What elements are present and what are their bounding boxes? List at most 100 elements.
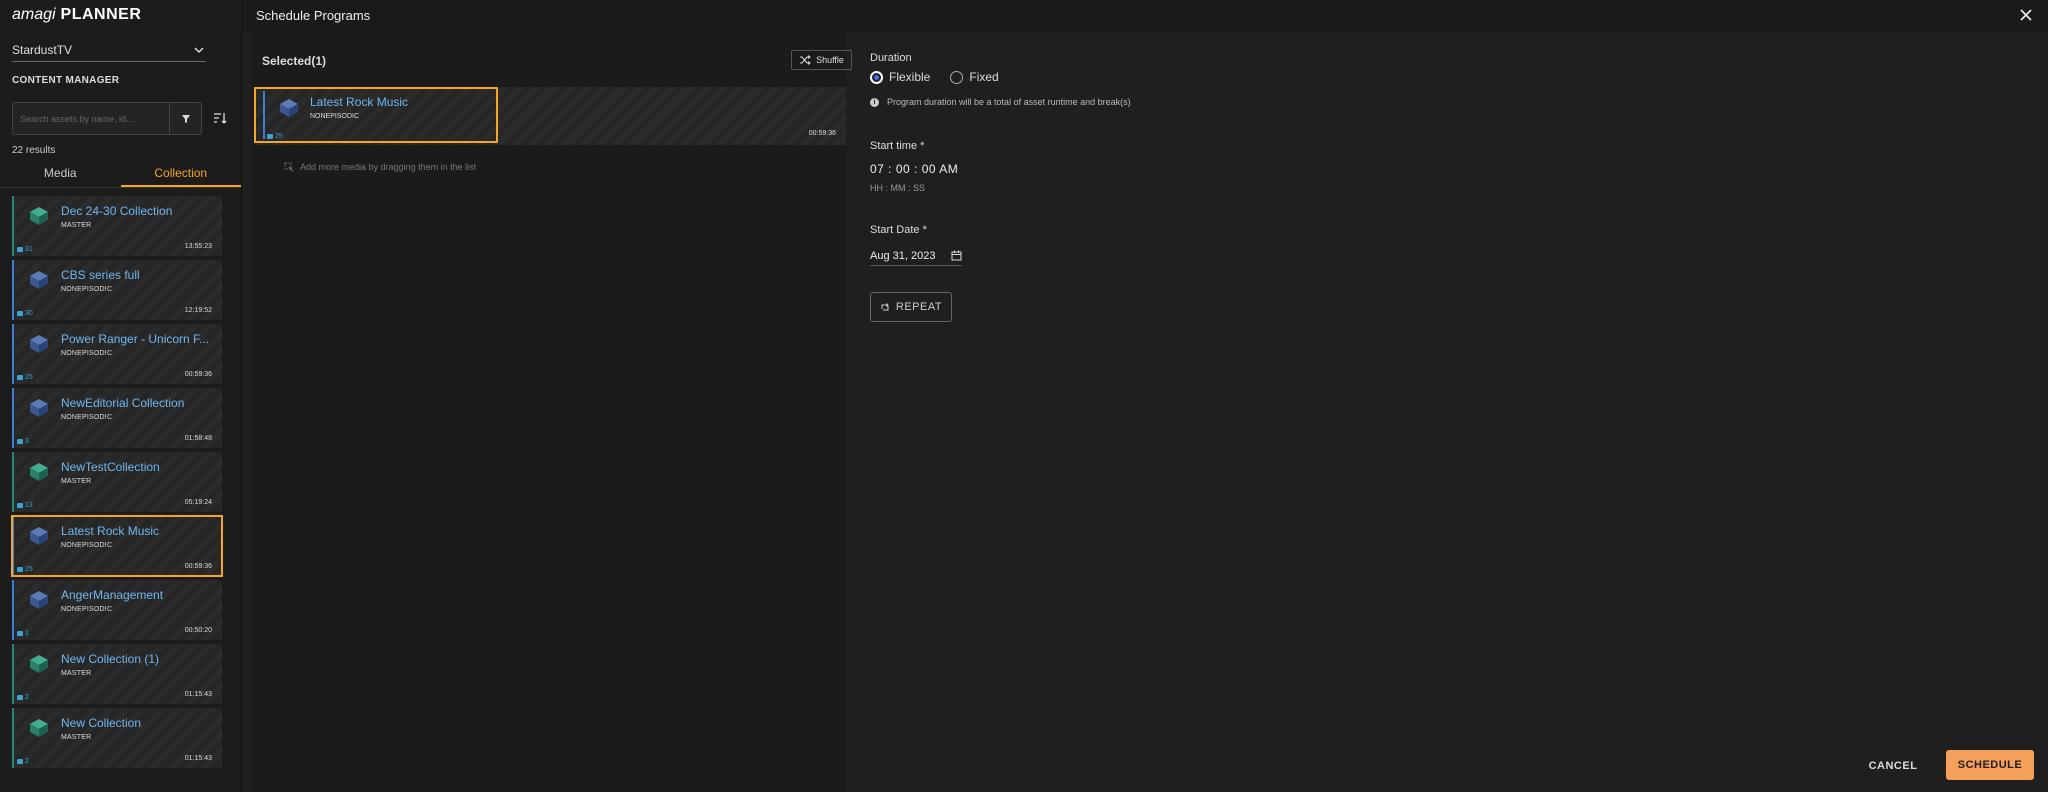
collection-title: NewEditorial Collection [61,396,185,410]
collection-count: 25 [17,566,33,573]
collection-type: MASTER [61,478,92,485]
search-box [12,102,202,135]
duration-info: i Program duration will be a total of as… [870,97,1131,107]
master-collection-icon [30,463,48,481]
schedule-programs-dialog: Schedule Programs Selected(1) Shuffle La… [241,0,2048,792]
collection-type: NONEPISODIC [61,286,113,293]
selected-panel: Selected(1) Shuffle Latest Rock Music NO… [252,32,852,792]
collection-duration: 13:55:23 [184,243,212,250]
shuffle-icon [800,55,811,65]
collection-card[interactable]: NewTestCollection MASTER 13 05:19:24 [12,452,222,512]
channel-select[interactable]: StardustTV [12,38,206,62]
start-date-label: Start Date * [870,224,927,236]
close-icon[interactable] [2019,8,2033,22]
app-root: amagi PLANNER StardustTV CONTENT MANAGER… [0,0,2048,792]
start-date-input[interactable]: Aug 31, 2023 [870,246,962,266]
duration-options: Flexible Fixed [870,70,1011,84]
collection-duration: 00:59:36 [184,371,212,378]
nonepisodic-collection-icon [30,591,48,609]
shuffle-label: Shuffle [816,55,844,65]
video-icon [17,631,23,636]
shuffle-button[interactable]: Shuffle [791,50,852,70]
collection-title: Power Ranger - Unicorn F... [61,332,210,346]
collection-type: MASTER [61,222,92,229]
program-type: NONEPISODIC [310,113,360,120]
tab-media[interactable]: Media [0,162,121,187]
content-manager-title: CONTENT MANAGER [12,75,120,86]
nonepisodic-collection-icon [30,271,48,289]
dialog-title: Schedule Programs [256,8,371,23]
duration-flexible-option[interactable]: Flexible [870,70,930,84]
filter-icon [181,114,190,123]
collection-card[interactable]: Latest Rock Music NONEPISODIC 25 00:59:36 [11,515,223,577]
collection-duration: 00:59:36 [184,563,212,570]
collection-type: NONEPISODIC [61,414,113,421]
repeat-button[interactable]: REPEAT [870,292,952,322]
collection-card[interactable]: New Collection (1) MASTER 2 01:15:43 [12,644,222,704]
program-count: 25 [267,133,283,140]
filter-button[interactable] [169,103,201,134]
collection-title: Latest Rock Music [61,524,160,538]
radio-fixed[interactable] [950,70,964,84]
collection-card[interactable]: New Collection MASTER 2 01:15:43 [12,708,222,768]
search-input[interactable] [13,103,169,134]
collection-icon [280,99,298,117]
collection-count: 13 [17,502,33,509]
collection-card[interactable]: NewEditorial Collection NONEPISODIC 3 01:58… [12,388,222,448]
collection-duration: 01:15:43 [184,691,212,698]
selected-title: Selected(1) [262,54,327,68]
start-time-format: HH : MM : SS [870,183,926,193]
collection-card[interactable]: Dec 24-30 Collection MASTER 31 13:55:23 [12,196,222,256]
chevron-down-icon [194,46,204,53]
video-icon [17,695,23,700]
collection-duration: 12:19:52 [184,307,212,314]
master-collection-icon [30,655,48,673]
collection-title: New Collection [61,716,142,730]
app-logo: amagi PLANNER [12,6,142,23]
collection-duration: 01:15:43 [184,755,212,762]
collection-type: MASTER [61,734,92,741]
duration-label: Duration [870,52,912,64]
collection-card[interactable]: Power Ranger - Unicorn F... NONEPISODIC 25… [12,324,222,384]
collection-count: 3 [17,438,29,445]
collection-card[interactable]: CBS series full NONEPISODIC 30 12:19:52 [12,260,222,320]
sidebar: amagi PLANNER StardustTV CONTENT MANAGER… [0,0,241,792]
master-collection-icon [30,719,48,737]
schedule-button[interactable]: SCHEDULE [1946,750,2034,780]
collection-count: 31 [17,246,33,253]
results-count: 22 results [12,145,56,156]
nonepisodic-collection-icon [30,527,48,545]
master-collection-icon [30,207,48,225]
collection-type: NONEPISODIC [61,606,113,613]
video-icon [17,439,23,444]
collection-title: Dec 24-30 Collection [61,204,173,218]
collection-duration: 01:58:48 [184,435,212,442]
program-title: Latest Rock Music [310,95,409,109]
repeat-icon [881,303,889,311]
collection-type: MASTER [61,670,92,677]
video-icon [17,503,23,508]
sort-icon[interactable] [212,110,228,126]
calendar-icon[interactable] [951,250,962,261]
duration-fixed-option[interactable]: Fixed [950,70,999,84]
cancel-button[interactable]: CANCEL [1863,757,1923,775]
video-icon [267,134,273,139]
tab-collection[interactable]: Collection [120,162,241,187]
video-icon [17,311,23,316]
channel-select-value: StardustTV [12,42,73,57]
video-icon [17,247,23,252]
start-time-label: Start time * [870,140,925,152]
video-icon [17,375,23,380]
radio-flexible[interactable] [870,70,883,84]
info-icon: i [870,97,879,107]
start-time-input[interactable]: 07 : 00 : 00 AM [870,162,958,176]
collection-card[interactable]: AngerManagement NONEPISODIC 1 00:50:20 [12,580,222,640]
nonepisodic-collection-icon [30,399,48,417]
schedule-settings: Duration Flexible Fixed i Program durati… [870,32,2040,792]
collection-count: 2 [17,694,29,701]
dialog-header: Schedule Programs [242,0,2048,32]
collection-count: 2 [17,758,29,765]
collection-type: NONEPISODIC [61,350,113,357]
drag-icon [284,162,294,172]
selected-program-card[interactable]: Latest Rock Music NONEPISODIC 25 [254,87,498,143]
